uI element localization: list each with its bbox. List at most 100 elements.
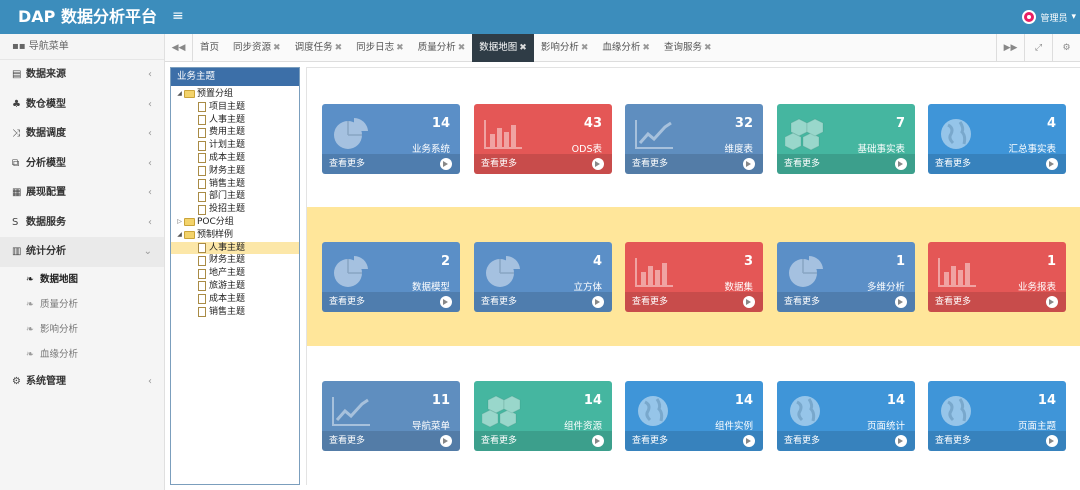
stat-card[interactable]: 4 立方体 查看更多 bbox=[474, 242, 612, 312]
tree-group[interactable]: ◢ 预制样例 bbox=[171, 229, 299, 242]
sidebar-item-warehouse-model[interactable]: ♣ 数仓模型 ‹ bbox=[0, 90, 164, 120]
stat-card[interactable]: 11 导航菜单 查看更多 bbox=[322, 381, 460, 451]
expand-arrow-icon[interactable]: ◢ bbox=[175, 88, 184, 101]
close-icon[interactable]: ✖ bbox=[519, 43, 527, 53]
close-icon[interactable]: ✖ bbox=[642, 43, 650, 53]
arrow-circle-right-icon[interactable] bbox=[743, 296, 755, 308]
view-more-link[interactable]: 查看更多 bbox=[322, 431, 460, 451]
close-icon[interactable]: ✖ bbox=[581, 43, 589, 53]
view-more-link[interactable]: 查看更多 bbox=[625, 154, 763, 174]
tab-scroll-right-icon[interactable]: ▶▶ bbox=[996, 34, 1024, 62]
tree-group[interactable]: ▷ POC分组 bbox=[171, 216, 299, 229]
view-more-link[interactable]: 查看更多 bbox=[474, 292, 612, 312]
arrow-circle-right-icon[interactable] bbox=[440, 296, 452, 308]
close-icon[interactable]: ✖ bbox=[273, 43, 281, 53]
sidebar-subitem-quality[interactable]: ❧ 质量分析 bbox=[0, 292, 164, 317]
stat-card[interactable]: 32 维度表 查看更多 bbox=[625, 104, 763, 174]
sidebar-item-statistics[interactable]: ▥ 统计分析 ⌄ bbox=[0, 237, 164, 267]
tree-item-selected[interactable]: 人事主题 bbox=[171, 241, 299, 255]
tree-item[interactable]: 旅游主题 bbox=[171, 280, 299, 293]
view-more-link[interactable]: 查看更多 bbox=[625, 292, 763, 312]
sidebar-item-data-service[interactable]: S 数据服务 ‹ bbox=[0, 208, 164, 238]
tab-home[interactable]: 首页 bbox=[193, 34, 226, 62]
view-more-link[interactable]: 查看更多 bbox=[474, 431, 612, 451]
tree-item[interactable]: 人事主题 bbox=[171, 114, 299, 127]
stat-card[interactable]: 14 组件资源 查看更多 bbox=[474, 381, 612, 451]
stat-card[interactable]: 1 业务报表 查看更多 bbox=[928, 242, 1066, 312]
arrow-circle-right-icon[interactable] bbox=[895, 296, 907, 308]
tree-item[interactable]: 地产主题 bbox=[171, 267, 299, 280]
view-more-link[interactable]: 查看更多 bbox=[777, 154, 915, 174]
sidebar-subitem-impact[interactable]: ❧ 影响分析 bbox=[0, 317, 164, 342]
close-icon[interactable]: ✖ bbox=[335, 43, 343, 53]
arrow-circle-right-icon[interactable] bbox=[895, 435, 907, 447]
tab-data-map[interactable]: 数据地图 ✖ bbox=[472, 34, 534, 62]
tab-impact-analysis[interactable]: 影响分析 ✖ bbox=[534, 34, 596, 62]
user-menu[interactable]: 管理员 ▾ bbox=[1022, 0, 1076, 34]
menu-toggle-icon[interactable]: ≡ bbox=[172, 0, 184, 34]
arrow-circle-right-icon[interactable] bbox=[1046, 435, 1058, 447]
tab-scroll-left-icon[interactable]: ◀◀ bbox=[165, 34, 193, 62]
tree-item[interactable]: 部门主题 bbox=[171, 190, 299, 203]
tree-item[interactable]: 成本主题 bbox=[171, 293, 299, 306]
stat-card[interactable]: 14 页面统计 查看更多 bbox=[777, 381, 915, 451]
tree-item[interactable]: 财务主题 bbox=[171, 165, 299, 178]
close-icon[interactable]: ✖ bbox=[458, 43, 466, 53]
view-more-link[interactable]: 查看更多 bbox=[322, 154, 460, 174]
arrow-circle-right-icon[interactable] bbox=[743, 435, 755, 447]
tree-item[interactable]: 财务主题 bbox=[171, 254, 299, 267]
tab-schedule-task[interactable]: 调度任务 ✖ bbox=[288, 34, 350, 62]
arrow-circle-right-icon[interactable] bbox=[1046, 296, 1058, 308]
arrow-circle-right-icon[interactable] bbox=[1046, 158, 1058, 170]
view-more-link[interactable]: 查看更多 bbox=[777, 431, 915, 451]
stat-card[interactable]: 3 数据集 查看更多 bbox=[625, 242, 763, 312]
fullscreen-icon[interactable]: ⤢ bbox=[1024, 34, 1052, 62]
tree-item[interactable]: 项目主题 bbox=[171, 101, 299, 114]
arrow-circle-right-icon[interactable] bbox=[592, 296, 604, 308]
tab-lineage-analysis[interactable]: 血缘分析 ✖ bbox=[595, 34, 657, 62]
stat-card[interactable]: 14 页面主题 查看更多 bbox=[928, 381, 1066, 451]
arrow-circle-right-icon[interactable] bbox=[895, 158, 907, 170]
tab-quality-analysis[interactable]: 质量分析 ✖ bbox=[411, 34, 473, 62]
tree-item[interactable]: 投招主题 bbox=[171, 203, 299, 216]
sidebar-item-display-config[interactable]: ▦ 展现配置 ‹ bbox=[0, 178, 164, 208]
stat-card[interactable]: 1 多维分析 查看更多 bbox=[777, 242, 915, 312]
tab-sync-log[interactable]: 同步日志 ✖ bbox=[349, 34, 411, 62]
tree-item[interactable]: 成本主题 bbox=[171, 152, 299, 165]
gear-icon[interactable]: ⚙ bbox=[1052, 34, 1080, 62]
view-more-link[interactable]: 查看更多 bbox=[928, 154, 1066, 174]
close-icon[interactable]: ✖ bbox=[396, 43, 404, 53]
arrow-circle-right-icon[interactable] bbox=[440, 435, 452, 447]
collapse-arrow-icon[interactable]: ▷ bbox=[175, 216, 184, 229]
stat-card[interactable]: 43 ODS表 查看更多 bbox=[474, 104, 612, 174]
close-icon[interactable]: ✖ bbox=[704, 43, 712, 53]
view-more-link[interactable]: 查看更多 bbox=[625, 431, 763, 451]
view-more-link[interactable]: 查看更多 bbox=[928, 292, 1066, 312]
app-logo[interactable]: DAP 数据分析平台 bbox=[0, 0, 165, 34]
sidebar-item-data-source[interactable]: ▤ 数据来源 ‹ bbox=[0, 60, 164, 90]
sidebar-item-data-schedule[interactable]: ⤨ 数据调度 ‹ bbox=[0, 119, 164, 149]
tab-sync-resource[interactable]: 同步资源 ✖ bbox=[226, 34, 288, 62]
arrow-circle-right-icon[interactable] bbox=[592, 158, 604, 170]
stat-card[interactable]: 7 基础事实表 查看更多 bbox=[777, 104, 915, 174]
expand-arrow-icon[interactable]: ◢ bbox=[175, 229, 184, 242]
stat-card[interactable]: 14 组件实例 查看更多 bbox=[625, 381, 763, 451]
stat-card[interactable]: 4 汇总事实表 查看更多 bbox=[928, 104, 1066, 174]
view-more-link[interactable]: 查看更多 bbox=[474, 154, 612, 174]
view-more-link[interactable]: 查看更多 bbox=[777, 292, 915, 312]
sidebar-subitem-lineage[interactable]: ❧ 血缘分析 bbox=[0, 342, 164, 367]
sidebar-item-analysis-model[interactable]: ⧉ 分析模型 ‹ bbox=[0, 149, 164, 179]
tree-item[interactable]: 销售主题 bbox=[171, 178, 299, 191]
stat-card[interactable]: 2 数据模型 查看更多 bbox=[322, 242, 460, 312]
view-more-link[interactable]: 查看更多 bbox=[322, 292, 460, 312]
tree-item[interactable]: 费用主题 bbox=[171, 126, 299, 139]
sidebar-subitem-data-map[interactable]: ❧ 数据地图 bbox=[0, 267, 164, 292]
stat-card[interactable]: 14 业务系统 查看更多 bbox=[322, 104, 460, 174]
arrow-circle-right-icon[interactable] bbox=[592, 435, 604, 447]
tree-group[interactable]: ◢ 预置分组 bbox=[171, 88, 299, 101]
tree-item[interactable]: 销售主题 bbox=[171, 306, 299, 319]
sidebar-item-system[interactable]: ⚙ 系统管理 ‹ bbox=[0, 367, 164, 397]
arrow-circle-right-icon[interactable] bbox=[440, 158, 452, 170]
tree-item[interactable]: 计划主题 bbox=[171, 139, 299, 152]
arrow-circle-right-icon[interactable] bbox=[743, 158, 755, 170]
